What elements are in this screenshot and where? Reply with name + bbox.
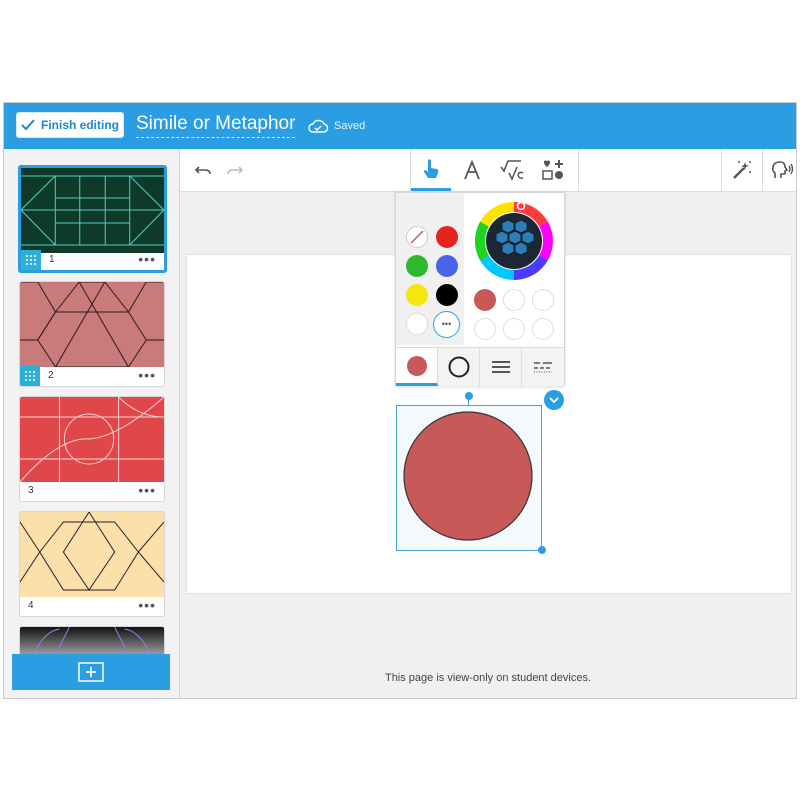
- grid-icon: [20, 366, 40, 386]
- save-status: Saved: [308, 119, 365, 133]
- page-thumbnail-3[interactable]: 3 •••: [19, 396, 165, 502]
- stroke-weight-tab[interactable]: [480, 348, 522, 386]
- undo-icon: [194, 166, 211, 175]
- undo-button[interactable]: [190, 149, 216, 191]
- page-2-preview: [20, 282, 164, 367]
- redo-button[interactable]: [222, 149, 248, 191]
- recent-color-2[interactable]: [503, 289, 525, 311]
- cloud-check-icon: [308, 119, 328, 133]
- magic-wand-button[interactable]: [722, 149, 762, 191]
- outline-tab[interactable]: [438, 348, 480, 386]
- outline-icon: [448, 356, 469, 378]
- page-thumbnail-4[interactable]: 4 •••: [19, 511, 165, 617]
- shape-options-button[interactable]: [544, 390, 564, 410]
- page-menu-icon[interactable]: •••: [138, 597, 156, 613]
- voice-icon: [771, 161, 794, 178]
- more-colors-label: •••: [441, 319, 452, 329]
- checkmark-icon: [21, 119, 35, 131]
- page-3-preview: [20, 397, 164, 482]
- page-1-footer: 1 •••: [21, 250, 164, 270]
- redo-icon: [227, 166, 244, 175]
- red-swatch[interactable]: [436, 226, 458, 248]
- page-number: 1: [49, 254, 55, 265]
- grid-icon: [21, 250, 41, 270]
- document-title[interactable]: Simile or Metaphor: [136, 113, 296, 138]
- recent-color-4[interactable]: [474, 318, 496, 340]
- voice-button[interactable]: [763, 149, 796, 191]
- color-wheel[interactable]: [474, 201, 554, 286]
- view-only-note: This page is view-only on student device…: [384, 672, 592, 684]
- fill-tab[interactable]: [396, 348, 438, 386]
- rotate-handle[interactable]: [465, 392, 473, 400]
- math-tool-button[interactable]: [492, 149, 532, 191]
- finish-editing-button[interactable]: Finish editing: [16, 112, 124, 138]
- fill-icon: [406, 355, 427, 376]
- page-1-preview: [21, 168, 164, 253]
- color-wheel-icon: [474, 201, 553, 280]
- page-thumbnail-1[interactable]: 1 •••: [18, 165, 167, 273]
- page-3-footer: 3 •••: [20, 481, 164, 501]
- recent-color-1[interactable]: [474, 289, 496, 311]
- page-number: 2: [48, 370, 54, 381]
- pointer-hand-icon: [423, 158, 439, 178]
- media-tool-button[interactable]: [532, 149, 576, 191]
- math-icon: [500, 160, 524, 181]
- white-swatch[interactable]: [406, 313, 428, 335]
- saved-label: Saved: [334, 120, 366, 132]
- add-page-button[interactable]: [12, 654, 170, 690]
- rotate-handle-stem: [468, 399, 469, 406]
- more-colors-button[interactable]: •••: [433, 311, 460, 338]
- plus-square-icon: [78, 662, 104, 682]
- page-number: 4: [28, 600, 34, 611]
- recent-color-3[interactable]: [532, 289, 554, 311]
- page-menu-icon[interactable]: •••: [138, 482, 156, 498]
- page-2-footer: 2 •••: [20, 366, 164, 386]
- page-menu-icon[interactable]: •••: [138, 367, 156, 383]
- resize-handle[interactable]: [538, 546, 546, 554]
- magic-wand-icon: [733, 161, 751, 179]
- finish-editing-label: Finish editing: [41, 118, 119, 132]
- page-4-footer: 4 •••: [20, 596, 164, 616]
- yellow-swatch[interactable]: [406, 284, 428, 306]
- black-swatch[interactable]: [436, 284, 458, 306]
- style-tabs: [396, 347, 564, 386]
- page-4-preview: [20, 512, 164, 597]
- page-thumbnail-2[interactable]: 2 •••: [19, 281, 165, 387]
- page-number: 3: [28, 485, 34, 496]
- recent-color-5[interactable]: [503, 318, 525, 340]
- media-icon: [542, 160, 563, 180]
- editor-toolbar: [180, 149, 796, 192]
- blue-swatch[interactable]: [436, 255, 458, 277]
- select-tool-button[interactable]: [411, 149, 451, 191]
- green-swatch[interactable]: [406, 255, 428, 277]
- no-color-swatch[interactable]: [406, 226, 428, 248]
- stroke-weight-icon: [491, 361, 510, 373]
- recent-color-6[interactable]: [532, 318, 554, 340]
- dash-style-tab[interactable]: [522, 348, 564, 386]
- top-bar: Finish editing Simile or Metaphor Saved: [4, 103, 796, 149]
- text-icon: [464, 160, 480, 180]
- basic-colors-panel: •••: [396, 193, 464, 345]
- selected-shape[interactable]: [396, 405, 542, 551]
- color-picker-popup: •••: [395, 192, 565, 386]
- page-menu-icon[interactable]: •••: [138, 251, 156, 267]
- page-thumbnails-sidebar: 1 ••• 2 ••• 3 ••• 4 •••: [4, 149, 180, 698]
- circle-shape: [403, 411, 533, 541]
- dash-style-icon: [534, 362, 552, 373]
- chevron-down-icon: [549, 397, 559, 404]
- text-tool-button[interactable]: [452, 149, 492, 191]
